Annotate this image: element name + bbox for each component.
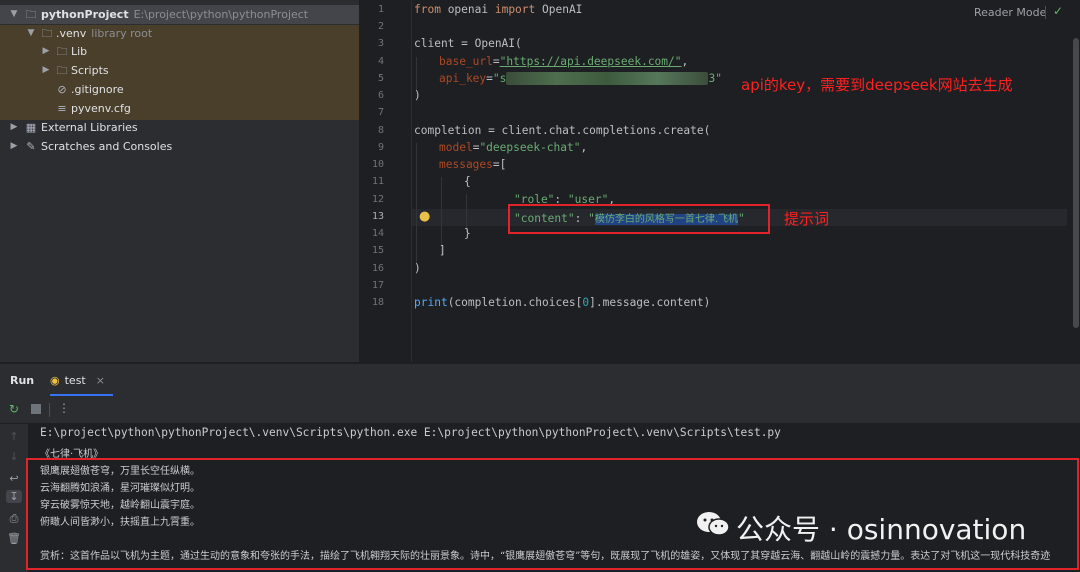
active-tab-indicator (50, 394, 113, 396)
tree-item-label: pyvenv.cfg (71, 102, 131, 115)
close-icon[interactable]: × (96, 374, 105, 387)
run-toolbar: ↻ ⋮ (0, 397, 1080, 424)
tree-item-project-root[interactable]: ▼ 🗀 pythonProject E:\project\python\pytho… (0, 5, 359, 24)
chevron-right-icon[interactable]: ▶ (41, 42, 51, 61)
config-file-icon: ≡ (57, 102, 67, 115)
console-command: E:\project\python\pythonProject\.venv\Sc… (40, 426, 781, 439)
python-icon: ◉ (50, 374, 60, 387)
line-number-active: 13 (371, 211, 384, 222)
tree-item-label: .gitignore (71, 83, 124, 96)
code-line-11[interactable]: { (464, 175, 471, 188)
run-panel-title: Run (10, 374, 35, 387)
toolbar-separator (49, 403, 50, 417)
code-line-14[interactable]: } (464, 227, 471, 240)
arrow-down-icon[interactable]: ↓ (6, 450, 22, 463)
line-number: 11 (371, 176, 384, 187)
tree-item-pyvenv[interactable]: ≡ pyvenv.cfg (0, 99, 359, 118)
watermark-text: 公众号 · osinnovation (736, 513, 1027, 546)
code-line-3[interactable]: client = OpenAI( (414, 37, 522, 50)
venv-note: library root (91, 27, 153, 40)
scroll-to-end-icon[interactable]: ↧ (6, 490, 22, 503)
scratches-icon: ✎ (26, 140, 36, 153)
line-number: 18 (371, 297, 384, 308)
tree-item-scratches[interactable]: ▶ ✎ Scratches and Consoles (0, 137, 359, 156)
reader-mode-button[interactable]: Reader Mode (974, 6, 1046, 19)
line-number: 4 (377, 56, 384, 67)
venv-name: .venv (56, 27, 87, 40)
indent-guide (416, 57, 417, 91)
soft-wrap-icon[interactable]: ↩ (6, 472, 22, 485)
line-number: 5 (377, 73, 384, 84)
redacted-api-key: xxxxxxxxxxxxxxxxxxxxxxxxxxxxxx (506, 72, 709, 85)
trash-icon[interactable]: 🗑 (6, 532, 22, 545)
wechat-icon (697, 512, 730, 536)
chevron-right-icon[interactable]: ▶ (9, 137, 19, 156)
stop-icon[interactable] (31, 404, 41, 414)
line-number: 16 (371, 263, 384, 274)
rerun-icon[interactable]: ↻ (9, 402, 19, 416)
folder-icon: 🗀 (41, 27, 53, 40)
line-number: 3 (377, 38, 384, 49)
chevron-down-icon[interactable]: ▼ (9, 5, 19, 24)
line-number: 6 (377, 90, 384, 101)
tree-item-venv[interactable]: ▼ 🗀 .venv library root (0, 24, 359, 43)
line-number: 2 (377, 21, 384, 32)
line-number: 17 (371, 280, 384, 291)
more-options-icon[interactable]: ⋮ (58, 401, 70, 415)
annotation-api-key: api的key，需要到deepseek网站去生成 (741, 76, 1013, 94)
ignore-file-icon: ⊘ (57, 83, 67, 96)
chevron-right-icon[interactable]: ▶ (41, 61, 51, 80)
line-number: 15 (371, 245, 384, 256)
code-line-6[interactable]: ) (414, 89, 421, 102)
line-number: 12 (371, 194, 384, 205)
toolbar-separator (1045, 6, 1046, 19)
library-icon: ▦ (25, 121, 37, 134)
tree-item-external-libraries[interactable]: ▶ ▦ External Libraries (0, 118, 359, 137)
run-sidebar: ↑ ↓ ↩ ↧ ⎙ 🗑 (0, 424, 28, 572)
code-line-16[interactable]: ) (414, 262, 421, 275)
code-line-18[interactable]: print(completion.choices[0].message.cont… (414, 296, 710, 309)
code-line-4[interactable]: base_url="https://api.deepseek.com/", (439, 55, 688, 68)
tree-item-label: Scripts (71, 64, 109, 77)
arrow-up-icon[interactable]: ↑ (6, 430, 22, 443)
code-line-1[interactable]: from openai import OpenAI (414, 3, 582, 16)
folder-icon: 🗀 (56, 64, 68, 77)
folder-icon: 🗀 (25, 8, 37, 21)
code-line-10[interactable]: messages=[ (439, 158, 506, 171)
lightbulb-icon[interactable]: ● (419, 209, 430, 224)
indent-guide (441, 177, 442, 254)
folder-icon: 🗀 (56, 45, 68, 58)
chevron-down-icon[interactable]: ▼ (26, 24, 36, 43)
line-number: 10 (371, 159, 384, 170)
code-line-5[interactable]: api_key="sxxxxxxxxxxxxxxxxxxxxxxxxxxxxxx… (439, 72, 722, 85)
project-root-path: E:\project\python\pythonProject (133, 8, 309, 21)
line-number: 1 (377, 4, 384, 15)
code-line-8[interactable]: completion = client.chat.completions.cre… (414, 124, 710, 137)
line-number: 9 (377, 142, 384, 153)
tree-item-label: Scratches and Consoles (41, 140, 173, 153)
annotation-prompt: 提示词 (784, 210, 830, 228)
chevron-right-icon[interactable]: ▶ (9, 118, 19, 137)
tab-test[interactable]: ◉ test × (50, 370, 105, 392)
code-line-9[interactable]: model="deepseek-chat", (439, 141, 587, 154)
tree-item-label: External Libraries (41, 121, 138, 134)
tree-item-label: Lib (71, 45, 88, 58)
indent-guide (416, 143, 417, 263)
tree-item-gitignore[interactable]: ⊘ .gitignore (0, 80, 359, 99)
print-icon[interactable]: ⎙ (6, 512, 22, 526)
code-line-15[interactable]: ] (439, 244, 446, 257)
line-number: 14 (371, 228, 384, 239)
line-number: 7 (377, 107, 384, 118)
tree-item-lib[interactable]: ▶ 🗀 Lib (0, 42, 359, 61)
tree-item-scripts[interactable]: ▶ 🗀 Scripts (0, 61, 359, 80)
tab-label: test (64, 374, 86, 387)
line-number: 8 (377, 125, 384, 136)
gutter-divider (411, 0, 412, 362)
run-panel-header (0, 363, 1080, 398)
project-root-name: pythonProject (41, 8, 129, 21)
prompt-highlight-box (508, 204, 770, 234)
editor-scrollbar[interactable] (1073, 38, 1079, 328)
check-icon[interactable]: ✓ (1053, 4, 1063, 18)
project-tree-panel: ▼ 🗀 pythonProject E:\project\python\pytho… (0, 0, 359, 362)
